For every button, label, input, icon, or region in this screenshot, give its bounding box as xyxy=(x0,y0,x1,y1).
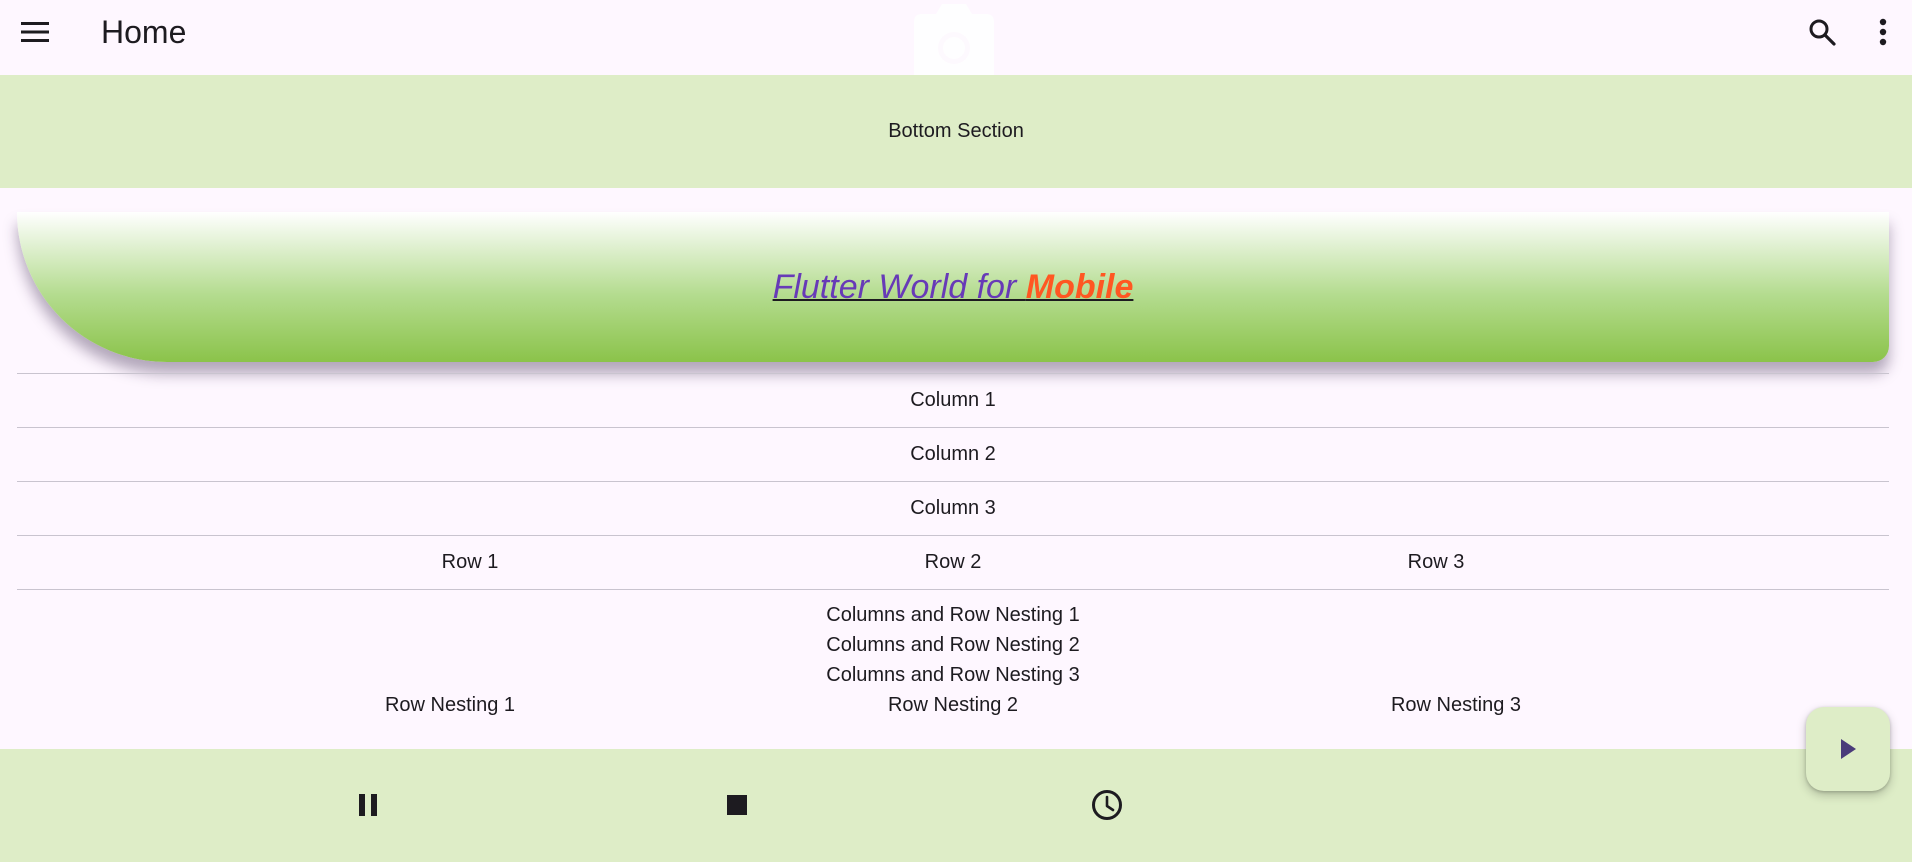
bottom-section-banner: Bottom Section xyxy=(0,75,1912,188)
stop-button[interactable] xyxy=(713,781,761,829)
menu-icon xyxy=(21,22,49,42)
bottom-section-label: Bottom Section xyxy=(888,120,1024,142)
camera-icon xyxy=(914,4,994,75)
row-item: Row 1 Row 2 Row 3 xyxy=(17,536,1889,589)
pause-icon xyxy=(359,794,377,816)
banner-container: Flutter World for Mobile xyxy=(17,212,1889,362)
bottom-app-bar xyxy=(0,749,1912,862)
app-bar: Home xyxy=(0,0,1912,75)
stop-icon xyxy=(727,795,747,815)
column-item: Column 2 xyxy=(17,428,1889,481)
content-list: Column 1 Column 2 Column 3 Row 1 Row 2 R… xyxy=(17,373,1889,720)
nesting-row-label: Row Nesting 2 xyxy=(887,694,1019,716)
row-label: Row 3 xyxy=(1407,551,1465,573)
flutter-world-banner: Flutter World for Mobile xyxy=(17,212,1889,362)
pause-button[interactable] xyxy=(344,781,392,829)
nesting-column-item: Columns and Row Nesting 2 xyxy=(826,634,1080,656)
search-icon xyxy=(1809,19,1836,46)
search-button[interactable] xyxy=(1798,8,1846,56)
row-label: Row 2 xyxy=(924,551,982,573)
page-title: Home xyxy=(101,14,187,50)
more-options-button[interactable] xyxy=(1859,8,1907,56)
nesting-row: Row Nesting 1 Row Nesting 2 Row Nesting … xyxy=(17,690,1889,720)
column-label: Column 3 xyxy=(910,497,996,519)
nesting-column-item: Columns and Row Nesting 3 xyxy=(826,664,1080,686)
nesting-row-label: Row Nesting 3 xyxy=(1390,694,1522,716)
nesting-column-item: Columns and Row Nesting 1 xyxy=(826,604,1080,626)
column-item: Column 1 xyxy=(17,374,1889,427)
banner-title-part1: Flutter World for xyxy=(772,267,1026,306)
clock-button[interactable] xyxy=(1083,781,1131,829)
column-label: Column 2 xyxy=(910,443,996,465)
play-fab[interactable] xyxy=(1806,707,1890,791)
banner-title[interactable]: Flutter World for Mobile xyxy=(773,268,1134,307)
nesting-row-label: Row Nesting 1 xyxy=(384,694,516,716)
more-vert-icon xyxy=(1879,18,1887,46)
banner-title-part2: Mobile xyxy=(1025,267,1134,306)
row-label: Row 1 xyxy=(441,551,499,573)
nesting-block: Columns and Row Nesting 1 Columns and Ro… xyxy=(17,590,1889,720)
play-icon xyxy=(1841,739,1856,759)
column-label: Column 1 xyxy=(910,389,996,411)
clock-icon xyxy=(1092,790,1122,820)
menu-button[interactable] xyxy=(11,8,59,56)
column-item: Column 3 xyxy=(17,482,1889,535)
